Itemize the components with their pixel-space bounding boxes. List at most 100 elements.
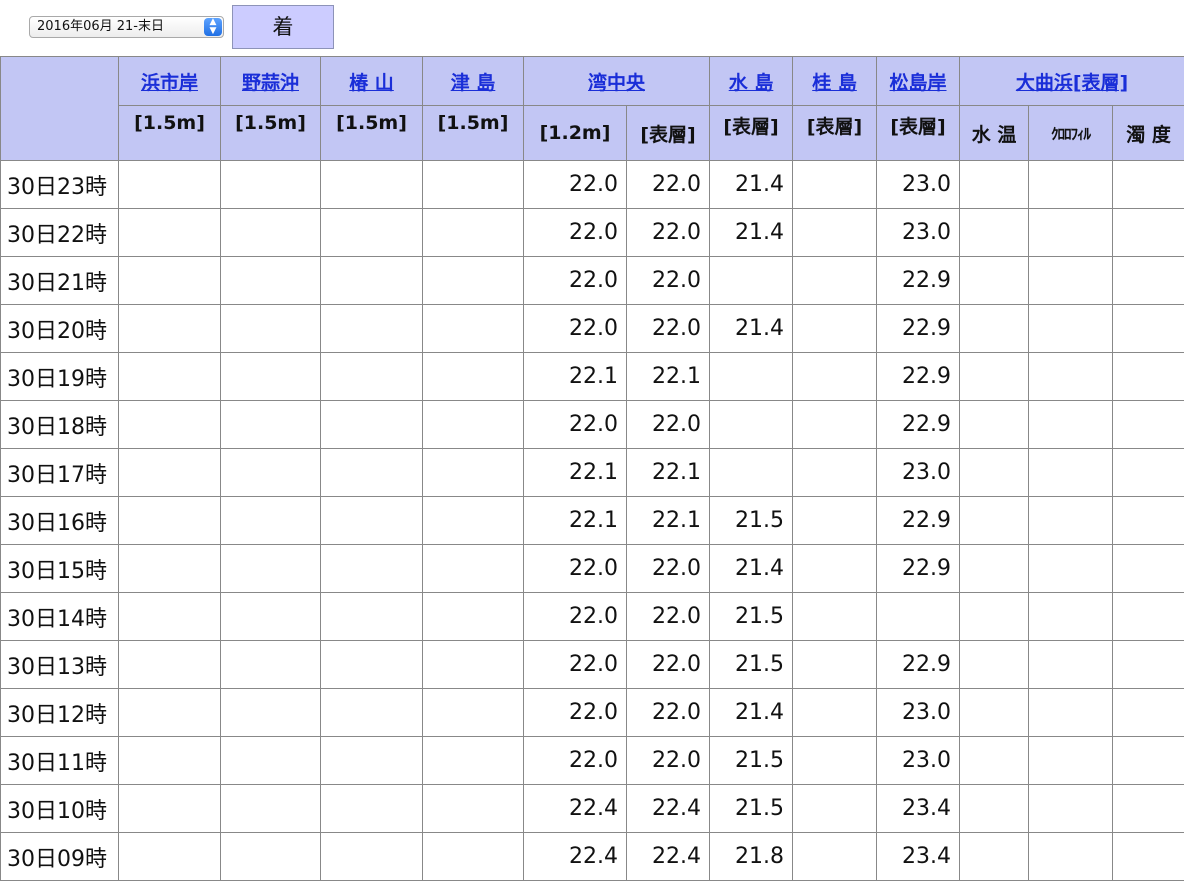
table-cell: [793, 353, 877, 401]
water-temperature-table: 浜市岸 野蒜沖 椿 山 津 島 湾中央 水 島 桂 島 松島岸 大曲浜[表層] …: [0, 56, 1184, 881]
table-cell: [1113, 833, 1184, 881]
table-cell: 23.0: [877, 689, 960, 737]
table-cell: [321, 737, 423, 785]
header-time-cell: [1, 57, 119, 161]
table-cell: [221, 497, 321, 545]
link-wanchuou[interactable]: 湾中央: [588, 72, 645, 94]
table-cell: [793, 737, 877, 785]
table-cell: [960, 401, 1029, 449]
header-station-katsurashima: 桂 島: [793, 57, 877, 106]
chevron-up-down-icon: ▲▼: [204, 18, 222, 36]
header-station-nobiruoki: 野蒜沖: [221, 57, 321, 106]
row-time-label: 30日17時: [1, 449, 119, 497]
depth-matsushimagishi: [表層]: [877, 106, 960, 161]
table-cell: [1029, 305, 1113, 353]
row-time-label: 30日12時: [1, 689, 119, 737]
row-time-label: 30日23時: [1, 161, 119, 209]
row-time-label: 30日22時: [1, 209, 119, 257]
table-cell: [960, 209, 1029, 257]
table-cell: [1113, 593, 1184, 641]
table-cell: [1113, 545, 1184, 593]
table-cell: [1113, 305, 1184, 353]
table-cell: 22.4: [524, 785, 627, 833]
table-cell: 22.0: [524, 401, 627, 449]
table-cell: [793, 833, 877, 881]
table-cell: [793, 593, 877, 641]
table-cell: [221, 833, 321, 881]
link-hamaichigishi[interactable]: 浜市岸: [141, 72, 198, 94]
table-cell: 22.0: [627, 401, 710, 449]
table-cell: [423, 785, 524, 833]
table-cell: [793, 449, 877, 497]
table-cell: [119, 785, 221, 833]
table-row: 30日23時22.022.021.423.0: [1, 161, 1184, 209]
table-cell: [793, 641, 877, 689]
table-cell: [793, 545, 877, 593]
date-range-select-value: 2016年06月 21-末日: [37, 19, 164, 34]
table-cell: 22.0: [627, 161, 710, 209]
link-matsushimagishi[interactable]: 松島岸: [890, 72, 947, 94]
table-cell: [221, 641, 321, 689]
link-omagarihama[interactable]: 大曲浜[表層]: [1016, 72, 1128, 94]
table-cell: 22.9: [877, 257, 960, 305]
table-cell: [960, 449, 1029, 497]
table-cell: 22.1: [627, 449, 710, 497]
header-station-matsushimagishi: 松島岸: [877, 57, 960, 106]
color-button[interactable]: 着 色: [232, 5, 334, 49]
table-cell: [1029, 497, 1113, 545]
depth-tsubakiyama: [1.5m]: [321, 106, 423, 161]
table-cell: [119, 689, 221, 737]
link-nobiruoki[interactable]: 野蒜沖: [242, 72, 299, 94]
table-cell: [119, 305, 221, 353]
table-cell: 23.0: [877, 161, 960, 209]
table-row: 30日14時22.022.021.5: [1, 593, 1184, 641]
table-row: 30日15時22.022.021.422.9: [1, 545, 1184, 593]
table-cell: [1029, 785, 1113, 833]
table-cell: [221, 209, 321, 257]
link-tsubakiyama[interactable]: 椿 山: [349, 72, 394, 94]
table-cell: [423, 737, 524, 785]
table-cell: [793, 305, 877, 353]
table-cell: 21.4: [710, 689, 793, 737]
link-tsushima[interactable]: 津 島: [451, 72, 496, 94]
table-cell: [119, 497, 221, 545]
table-header: 浜市岸 野蒜沖 椿 山 津 島 湾中央 水 島 桂 島 松島岸 大曲浜[表層] …: [1, 57, 1184, 161]
table-cell: [710, 401, 793, 449]
table-cell: 22.1: [524, 449, 627, 497]
header-station-tsubakiyama: 椿 山: [321, 57, 423, 106]
table-row: 30日21時22.022.022.9: [1, 257, 1184, 305]
table-cell: [1029, 689, 1113, 737]
link-katsurashima[interactable]: 桂 島: [812, 72, 857, 94]
table-cell: 22.9: [877, 305, 960, 353]
table-cell: [221, 305, 321, 353]
table-cell: [1029, 401, 1113, 449]
header-station-mizushima: 水 島: [710, 57, 793, 106]
link-mizushima[interactable]: 水 島: [729, 72, 774, 94]
table-cell: 21.8: [710, 833, 793, 881]
table-cell: [1029, 641, 1113, 689]
table-cell: [119, 593, 221, 641]
table-cell: [793, 209, 877, 257]
table-cell: 22.1: [524, 497, 627, 545]
table-cell: [1029, 161, 1113, 209]
table-cell: [423, 593, 524, 641]
table-cell: [960, 641, 1029, 689]
table-cell: 22.1: [627, 353, 710, 401]
row-time-label: 30日16時: [1, 497, 119, 545]
table-cell: 22.0: [627, 737, 710, 785]
table-cell: [1029, 545, 1113, 593]
depth-mizushima: [表層]: [710, 106, 793, 161]
table-cell: [423, 353, 524, 401]
table-cell: 22.0: [627, 305, 710, 353]
row-time-label: 30日09時: [1, 833, 119, 881]
table-cell: [1029, 209, 1113, 257]
table-cell: [793, 257, 877, 305]
table-cell: 22.0: [627, 545, 710, 593]
table-body: 30日23時22.022.021.423.030日22時22.022.021.4…: [1, 161, 1184, 881]
table-cell: [423, 209, 524, 257]
omagarihama-turbidity: 濁 度: [1113, 106, 1184, 161]
table-cell: 21.4: [710, 209, 793, 257]
date-range-select[interactable]: 2016年06月 21-末日 ▲▼: [29, 16, 224, 38]
table-cell: [423, 833, 524, 881]
table-cell: [119, 737, 221, 785]
